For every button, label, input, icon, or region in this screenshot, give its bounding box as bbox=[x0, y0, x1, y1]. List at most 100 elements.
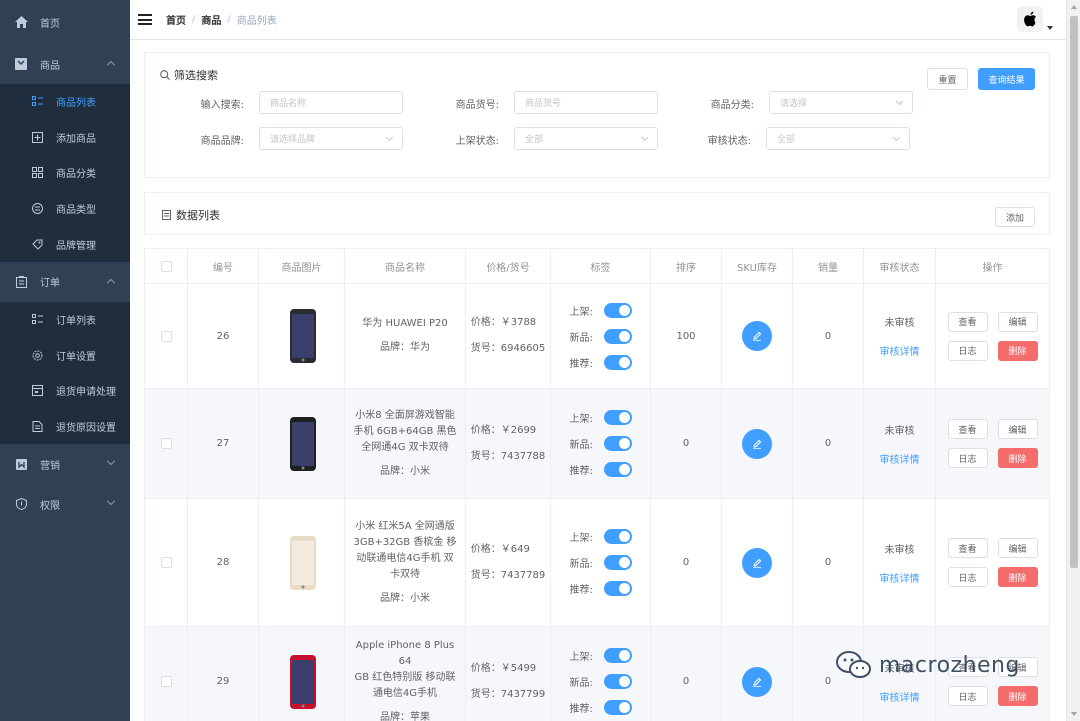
product-image bbox=[276, 306, 328, 366]
view-button[interactable]: 查看 bbox=[947, 419, 988, 439]
log-button[interactable]: 日志 bbox=[947, 340, 988, 361]
sn-input[interactable]: 商品货号 bbox=[514, 91, 658, 114]
scroll-up-arrow[interactable] bbox=[1071, 5, 1077, 9]
checkbox[interactable] bbox=[160, 676, 172, 687]
sidebar-item-product-category[interactable]: 商品分类 bbox=[0, 155, 130, 191]
scrollbar[interactable] bbox=[1066, 0, 1080, 721]
audit-detail-link[interactable]: 审核详情 bbox=[880, 689, 920, 704]
sku-edit-button[interactable] bbox=[742, 428, 772, 459]
filter-title: 筛选搜索 bbox=[159, 67, 218, 83]
delete-button[interactable]: 删除 bbox=[997, 686, 1038, 706]
header-select-all[interactable] bbox=[145, 249, 188, 283]
sidebar-item-order-settings[interactable]: 订单设置 bbox=[0, 338, 130, 374]
sidebar-item-home[interactable]: 首页 bbox=[0, 0, 130, 44]
verify-select[interactable]: 全部 bbox=[766, 127, 910, 150]
header-cell: 商品名称 bbox=[345, 249, 466, 283]
checkbox[interactable] bbox=[160, 330, 172, 342]
checkbox[interactable] bbox=[160, 260, 172, 272]
sidebar-item-add-product[interactable]: 添加商品 bbox=[0, 120, 130, 156]
sidebar-item-marketing[interactable]: 营销 bbox=[0, 444, 130, 484]
breadcrumb-separator: / bbox=[192, 14, 196, 25]
new-toggle[interactable] bbox=[603, 328, 632, 344]
add-icon bbox=[30, 130, 44, 144]
sidebar-item-brand[interactable]: 品牌管理 bbox=[0, 226, 130, 262]
sidebar-item-product-list[interactable]: 商品列表 bbox=[0, 84, 130, 120]
edit-button[interactable]: 编辑 bbox=[997, 419, 1038, 439]
log-button[interactable]: 日志 bbox=[947, 448, 988, 468]
checkbox[interactable] bbox=[160, 557, 172, 568]
row-select[interactable] bbox=[145, 499, 188, 626]
add-button[interactable]: 添加 bbox=[995, 207, 1035, 227]
log-button[interactable]: 日志 bbox=[947, 686, 988, 706]
audit-detail-link[interactable]: 审核详情 bbox=[880, 570, 920, 585]
query-button[interactable]: 查询结果 bbox=[978, 68, 1035, 90]
category-select[interactable]: 请选择 bbox=[769, 91, 913, 114]
audit-detail-link[interactable]: 审核详情 bbox=[880, 343, 920, 358]
cell-sales: 0 bbox=[793, 499, 864, 626]
recommend-toggle[interactable] bbox=[603, 354, 632, 370]
product-sn: 货号：7437789 bbox=[470, 569, 546, 581]
recommend-toggle[interactable] bbox=[603, 700, 632, 715]
chevron-down-icon bbox=[106, 497, 116, 506]
edit-button[interactable]: 编辑 bbox=[997, 311, 1038, 332]
delete-button[interactable]: 删除 bbox=[997, 448, 1038, 468]
view-button[interactable]: 查看 bbox=[947, 538, 988, 558]
product-name-line: 小米 红米5A 全网通版 bbox=[355, 520, 455, 532]
header-cell: 商品图片 bbox=[259, 249, 345, 283]
publish-toggle[interactable] bbox=[603, 302, 632, 318]
sidebar-item-order-list[interactable]: 订单列表 bbox=[0, 302, 130, 338]
sidebar-item-label: 商品列表 bbox=[56, 98, 96, 110]
publish-toggle[interactable] bbox=[603, 529, 632, 544]
checkbox[interactable] bbox=[160, 438, 172, 449]
sidebar-item-product-type[interactable]: 商品类型 bbox=[0, 191, 130, 227]
scroll-down-arrow[interactable] bbox=[1071, 712, 1077, 716]
new-toggle[interactable] bbox=[603, 555, 632, 570]
keyword-input[interactable]: 商品名称 bbox=[259, 91, 403, 114]
brand-select[interactable]: 请选择品牌 bbox=[259, 127, 403, 150]
cell-actions: 查看 编辑 日志 删除 bbox=[936, 389, 1049, 498]
sidebar-item-order[interactable]: 订单 bbox=[0, 262, 130, 302]
table-row: 28 小米 红米5A 全网通版 3GB+32GB 香槟金 移动联通电信4G手机 双… bbox=[145, 499, 1049, 627]
sidebar-item-product[interactable]: 商品 bbox=[0, 44, 130, 84]
header-cell: 排序 bbox=[651, 249, 722, 283]
sidebar-item-return-reason[interactable]: 退货原因设置 bbox=[0, 409, 130, 445]
delete-button[interactable]: 删除 bbox=[997, 567, 1038, 587]
sidebar-item-return-apply[interactable]: 退货申请处理 bbox=[0, 373, 130, 409]
publish-select[interactable]: 全部 bbox=[514, 127, 658, 150]
sidebar-item-label: 商品分类 bbox=[56, 169, 96, 181]
cell-audit: 未审核 审核详情 bbox=[864, 499, 936, 626]
new-toggle[interactable] bbox=[603, 674, 632, 689]
chevron-up-icon bbox=[106, 278, 116, 288]
avatar[interactable] bbox=[1017, 6, 1043, 32]
breadcrumb-home[interactable]: 首页 bbox=[166, 12, 186, 27]
search-icon bbox=[159, 70, 170, 81]
filter-card: 筛选搜索 重置 查询结果 输入搜索: 商品名称 商品货号: 商品货号 商品分类:… bbox=[144, 52, 1050, 178]
scroll-thumb[interactable] bbox=[1070, 16, 1078, 568]
hamburger-icon[interactable] bbox=[138, 14, 152, 25]
product-brand: 品牌：小米 bbox=[379, 592, 430, 604]
audit-status: 未审核 bbox=[884, 318, 915, 329]
row-select[interactable] bbox=[145, 284, 188, 388]
sku-edit-button[interactable] bbox=[742, 321, 772, 351]
caret-down-icon[interactable] bbox=[1047, 26, 1053, 30]
pencil-icon bbox=[753, 439, 762, 449]
sidebar-item-permission[interactable]: 权限 bbox=[0, 484, 130, 524]
edit-button[interactable]: 编辑 bbox=[997, 538, 1038, 558]
log-button[interactable]: 日志 bbox=[947, 567, 988, 587]
publish-toggle[interactable] bbox=[603, 410, 632, 425]
delete-button[interactable]: 删除 bbox=[997, 340, 1038, 361]
sku-edit-button[interactable] bbox=[742, 547, 772, 578]
row-select[interactable] bbox=[145, 627, 188, 721]
new-toggle[interactable] bbox=[603, 436, 632, 451]
new-tag-label: 新品: bbox=[569, 559, 593, 570]
view-button[interactable]: 查看 bbox=[947, 311, 988, 332]
reset-button[interactable]: 重置 bbox=[927, 68, 968, 90]
row-select[interactable] bbox=[145, 389, 188, 498]
publish-toggle[interactable] bbox=[603, 648, 632, 663]
breadcrumb-product[interactable]: 商品 bbox=[201, 12, 221, 27]
recommend-toggle[interactable] bbox=[603, 462, 632, 477]
sidebar-item-label: 添加商品 bbox=[56, 133, 96, 145]
recommend-toggle[interactable] bbox=[603, 581, 632, 596]
audit-detail-link[interactable]: 审核详情 bbox=[880, 451, 920, 466]
sku-edit-button[interactable] bbox=[742, 666, 772, 697]
